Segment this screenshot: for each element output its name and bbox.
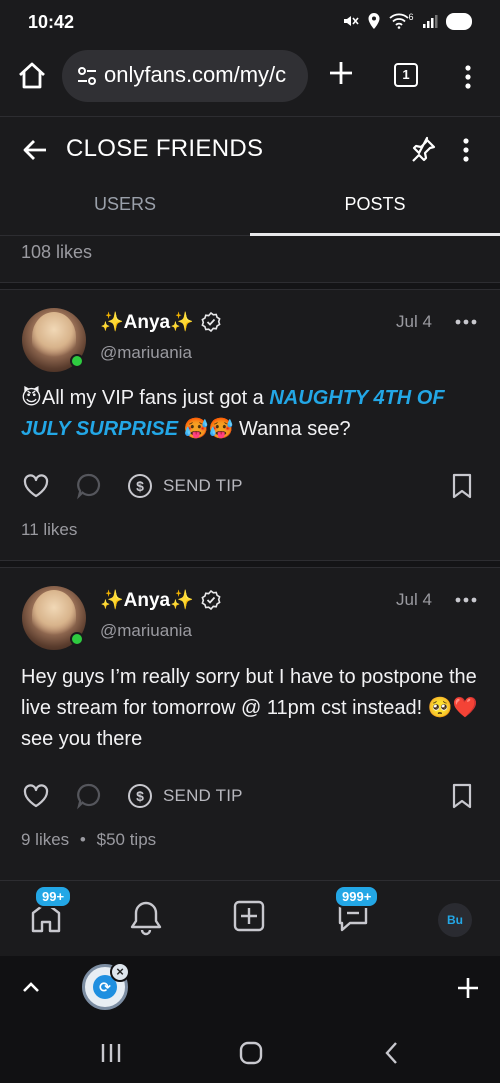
pin-icon[interactable]	[408, 135, 438, 165]
page-header: CLOSE FRIENDS	[0, 116, 500, 180]
page-title: CLOSE FRIENDS	[66, 135, 264, 162]
likes-count: 9 likes	[21, 830, 70, 849]
location-icon	[368, 13, 380, 29]
status-bar: 10:42 6 90	[0, 0, 500, 46]
post-date: Jul 4	[396, 590, 432, 609]
post-text-prefix: 😈All my VIP fans just got a	[21, 387, 270, 409]
online-indicator	[70, 632, 84, 646]
bookmark-icon[interactable]	[450, 472, 474, 500]
status-icons: 6 90	[341, 12, 472, 30]
status-time: 10:42	[28, 12, 75, 32]
recent-apps-icon[interactable]	[98, 1040, 124, 1066]
system-nav-bar	[0, 1022, 500, 1083]
arrow-left-icon[interactable]	[20, 135, 50, 165]
send-tip-button[interactable]: $ SEND TIP	[127, 780, 243, 812]
app-bottom-nav: 99+ 999+ Bu	[0, 880, 500, 956]
author-handle[interactable]: @mariuania	[100, 343, 192, 363]
plus-icon[interactable]	[456, 976, 480, 1000]
post-text-suffix: 🥵🥵 Wanna see?	[178, 418, 351, 440]
new-tab-plus-icon[interactable]	[326, 58, 356, 88]
add-square-icon	[233, 900, 265, 932]
post-text: 😈All my VIP fans just got a NAUGHTY 4TH …	[21, 383, 481, 445]
post-separator	[0, 560, 500, 568]
tips-total: $50 tips	[96, 830, 157, 849]
dollar-icon: $	[128, 474, 152, 498]
likes-count: 108 likes	[21, 242, 93, 262]
svg-text:$: $	[136, 478, 144, 494]
comment-icon[interactable]	[76, 782, 102, 810]
more-horizontal-icon[interactable]	[455, 595, 477, 605]
post-card: ✨Anya✨ @mariuania Jul 4 😈All my VIP fans…	[0, 292, 500, 562]
home-badge: 99+	[34, 885, 73, 908]
address-bar[interactable]: onlyfans.com/my/c	[62, 50, 308, 102]
comment-icon[interactable]	[76, 472, 102, 500]
tab-bar: USERS POSTS	[0, 180, 500, 236]
home-icon[interactable]	[16, 60, 48, 92]
dollar-icon: $	[128, 784, 152, 808]
send-tip-label: SEND TIP	[163, 476, 243, 495]
more-vertical-icon[interactable]	[456, 135, 476, 165]
heart-icon[interactable]	[22, 472, 50, 500]
author-handle[interactable]: @mariuania	[100, 621, 192, 641]
battery-indicator: 90	[445, 12, 472, 30]
dot-separator: •	[79, 830, 86, 849]
profile-avatar[interactable]: Bu	[438, 903, 472, 937]
online-indicator	[70, 354, 84, 368]
more-vertical-icon[interactable]	[458, 62, 478, 92]
post-text: Hey guys I’m really sorry but I have to …	[21, 666, 478, 750]
back-chevron-icon[interactable]	[380, 1040, 406, 1066]
likes-count: 11 likes	[21, 520, 78, 539]
circle-home-icon[interactable]	[238, 1040, 264, 1066]
nav-home[interactable]: 99+	[30, 885, 73, 939]
cell-signal-icon	[422, 15, 438, 28]
tab-users[interactable]: USERS	[0, 180, 250, 236]
more-horizontal-icon[interactable]	[455, 317, 477, 327]
send-tip-button[interactable]: $ SEND TIP	[127, 470, 243, 502]
bookmark-icon[interactable]	[450, 782, 474, 810]
heart-icon[interactable]	[22, 782, 50, 810]
browser-toolbar: onlyfans.com/my/c 1	[0, 46, 500, 108]
mute-icon	[343, 16, 359, 26]
tab-posts[interactable]: POSTS	[250, 180, 500, 236]
send-tip-label: SEND TIP	[163, 786, 243, 805]
author-name[interactable]: ✨Anya✨	[100, 310, 194, 334]
svg-text:$: $	[136, 788, 144, 804]
verified-icon	[201, 312, 221, 332]
post-separator	[0, 282, 500, 290]
likes-and-tips: 9 likes • $50 tips	[21, 830, 156, 850]
post-actions: $ SEND TIP	[0, 466, 500, 506]
wifi-icon	[388, 13, 409, 29]
nav-messages[interactable]: 999+	[334, 885, 380, 939]
post-actions: $ SEND TIP	[0, 776, 500, 816]
tab-switcher-button[interactable]: 1	[394, 63, 418, 87]
url-text[interactable]: onlyfans.com/my/c	[104, 62, 286, 88]
author-name[interactable]: ✨Anya✨	[100, 588, 194, 612]
close-icon[interactable]: ×	[110, 962, 130, 982]
signal-label: 6	[408, 12, 414, 22]
chevron-up-icon[interactable]	[20, 976, 42, 998]
nav-notifications[interactable]	[128, 899, 168, 939]
post-card: ✨Anya✨ @mariuania Jul 4 Hey guys I’m rea…	[0, 570, 500, 870]
messages-badge: 999+	[334, 885, 380, 908]
nav-add-post[interactable]	[232, 899, 272, 939]
bell-icon	[130, 901, 162, 936]
browser-bottom-toolbar: ⟳ ×	[0, 956, 500, 1022]
tune-icon[interactable]	[76, 65, 98, 87]
verified-icon	[201, 590, 221, 610]
post-date: Jul 4	[396, 312, 432, 331]
